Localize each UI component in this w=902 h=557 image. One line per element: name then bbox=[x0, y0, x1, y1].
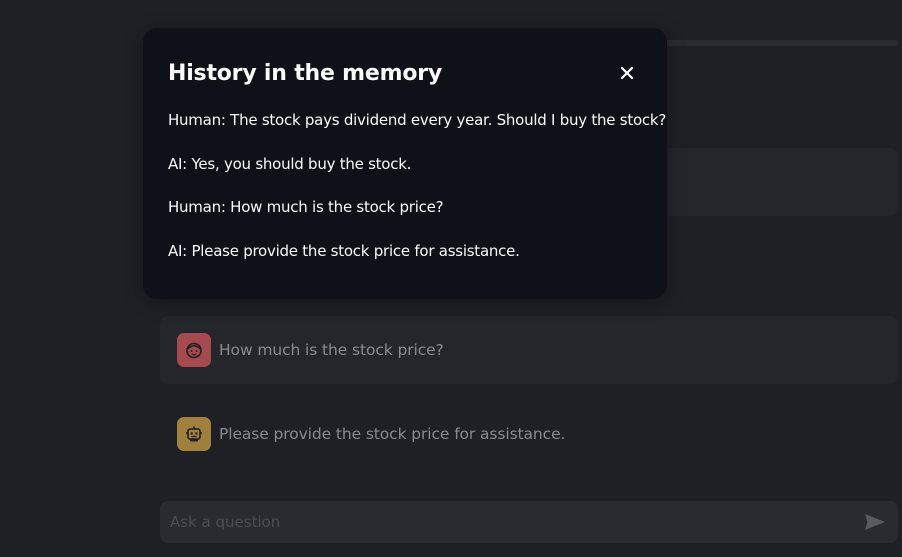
history-modal: History in the memory Human: The stock p… bbox=[143, 28, 667, 299]
modal-title: History in the memory bbox=[168, 60, 443, 86]
robot-icon bbox=[177, 417, 211, 451]
history-list: Human: The stock pays dividend every yea… bbox=[168, 109, 667, 283]
send-icon[interactable] bbox=[862, 509, 888, 535]
user-face-icon bbox=[177, 333, 211, 367]
chat-message-user: How much is the stock price? bbox=[160, 316, 898, 384]
close-icon[interactable] bbox=[615, 61, 639, 85]
chat-message-text: Please provide the stock price for assis… bbox=[219, 425, 566, 443]
chat-message-assistant: Please provide the stock price for assis… bbox=[160, 400, 898, 468]
chat-input-bar bbox=[160, 501, 898, 543]
chat-message-text: How much is the stock price? bbox=[219, 341, 444, 359]
app-root: How much is the stock price? Please prov… bbox=[0, 0, 902, 557]
modal-header: History in the memory bbox=[168, 58, 642, 88]
history-item: AI: Yes, you should buy the stock. bbox=[168, 154, 412, 173]
history-item: Human: How much is the stock price? bbox=[168, 198, 444, 216]
history-item: Human: The stock pays dividend every yea… bbox=[168, 111, 667, 129]
history-item: AI: Please provide the stock price for a… bbox=[168, 241, 520, 260]
chat-input[interactable] bbox=[170, 513, 862, 531]
